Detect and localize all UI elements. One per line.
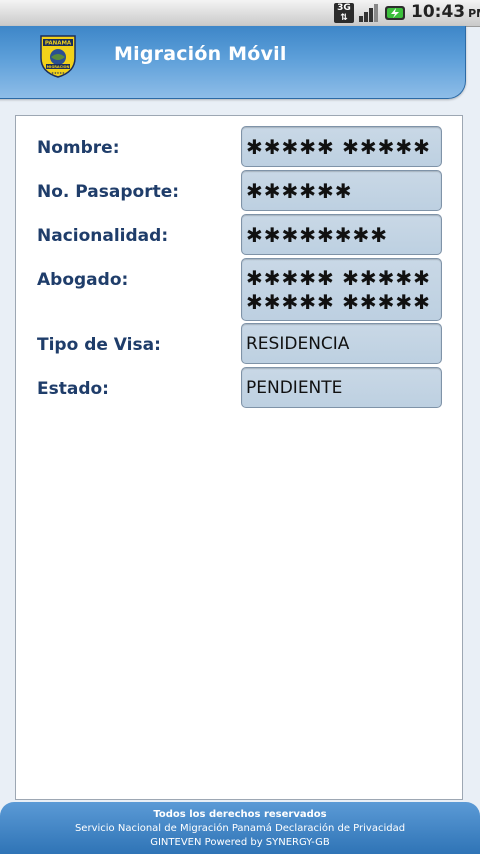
nombre-field[interactable]: ✱✱✱✱✱ ✱✱✱✱✱ [241,126,442,167]
pasaporte-label: No. Pasaporte: [37,182,180,202]
status-bar: 3G⇅ 10:43PM [0,0,480,27]
signal-strength-icon [359,4,378,22]
network-3g-icon: 3G ⇅ [334,3,354,23]
clock-time: 10:43 [411,2,466,22]
app-footer: Todos los derechos reservados Servicio N… [0,802,480,854]
clock-ampm: PM [468,7,480,20]
nacionalidad-field[interactable]: ✱✱✱✱✱✱✱✱ [241,214,442,255]
clock: 10:43PM [411,2,480,22]
estado-label: Estado: [37,379,109,399]
panama-migracion-badge-icon: PANAMA MIGRACION ★★★★★ [40,35,76,78]
app-header: PANAMA MIGRACION ★★★★★ Migración Móvil [0,26,466,99]
abogado-value-line1: ✱✱✱✱✱ ✱✱✱✱✱ [246,266,431,290]
estado-field[interactable]: PENDIENTE [241,367,442,408]
nombre-label: Nombre: [37,138,120,158]
visa-field[interactable]: RESIDENCIA [241,323,442,364]
footer-privacy-link[interactable]: Servicio Nacional de Migración Panamá De… [0,822,480,836]
abogado-label: Abogado: [37,270,129,290]
footer-rights: Todos los derechos reservados [153,809,327,820]
visa-label: Tipo de Visa: [37,335,161,355]
nacionalidad-label: Nacionalidad: [37,226,169,246]
pasaporte-field[interactable]: ✱✱✱✱✱✱ [241,170,442,211]
abogado-field[interactable]: ✱✱✱✱✱ ✱✱✱✱✱ ✱✱✱✱✱ ✱✱✱✱✱ [241,258,442,321]
logo-subtext: MIGRACION [47,65,70,69]
abogado-value-line2: ✱✱✱✱✱ ✱✱✱✱✱ [246,290,431,314]
svg-text:★★★★★: ★★★★★ [51,71,65,75]
network-type-label: 3G [337,3,351,13]
battery-charging-icon [385,6,405,20]
status-form-panel: Nombre: ✱✱✱✱✱ ✱✱✱✱✱ No. Pasaporte: ✱✱✱✱✱… [15,115,463,800]
logo-text: PANAMA [45,41,72,47]
footer-powered-by: GINTEVEN Powered by SYNERGY-GB [150,837,330,848]
page-title: Migración Móvil [114,43,287,65]
